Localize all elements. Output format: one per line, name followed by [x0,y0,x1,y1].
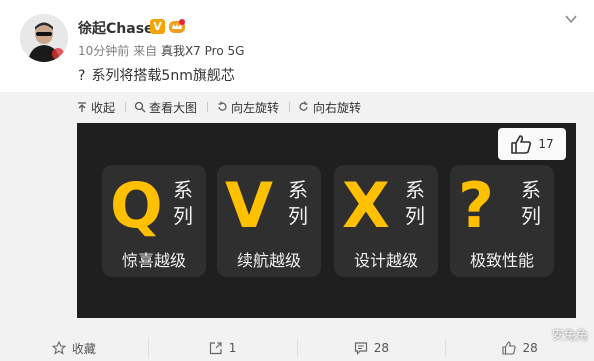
avatar[interactable] [20,14,68,62]
post-text: 系列将搭载5nm旗舰芯 [91,68,235,84]
series-card-question: ? 系列 极致性能 [450,165,554,277]
magnifier-icon [134,101,146,113]
watermark: 安兔兔 [551,328,588,342]
source-prefix: 来自 [133,44,158,58]
post-image[interactable]: Q 系列 惊喜越级 V 系列 续航越级 X 系列 设计越级 ? 系列 极致性能 … [77,123,576,318]
thumbs-up-icon [511,135,532,154]
username[interactable]: 徐起Chase [78,18,154,38]
rotate-left-label: 向左旋转 [231,100,280,115]
series-letter: Q [110,169,163,242]
media-toolbar: 收起 查看大图 向左旋转 向右旋转 [76,98,371,116]
series-subtitle: 设计越级 [353,251,418,270]
collapse-label: 收起 [91,100,116,115]
series-subtitle: 极致性能 [469,251,534,270]
toolbar-divider [125,102,127,112]
collapse-icon [78,102,86,112]
avatar-photo [20,14,68,62]
collapse-button[interactable]: 收起 [76,99,121,116]
repost-button[interactable]: 1 [149,338,298,358]
toolbar-divider [207,102,209,112]
view-large-label: 查看大图 [149,100,198,115]
post-meta: 10分钟前 来自 真我X7 Pro 5G [78,42,244,59]
series-label: 系列 [173,178,193,228]
rotate-left-icon [218,101,227,111]
favorite-button[interactable]: 收藏 [0,338,149,358]
star-icon [51,341,66,355]
series-letter: V [225,169,273,242]
series-subtitle: 续航越级 [236,251,301,270]
post-timestamp[interactable]: 10分钟前 [78,44,129,58]
question-mark-icon: ? [78,68,86,84]
comment-icon [354,342,367,355]
series-card-q: Q 系列 惊喜越级 [102,165,206,277]
series-card-v: V 系列 续航越级 [217,165,321,277]
series-label: 系列 [521,178,541,228]
series-subtitle: 惊喜越级 [121,251,186,270]
post-header: 徐起Chase V 10分钟前 来自 真我X7 Pro 5G ? 系列将搭载5nm… [0,0,594,92]
rotate-left-button[interactable]: 向左旋转 [216,99,285,116]
share-icon [209,342,222,355]
favorite-label: 收藏 [71,341,96,356]
verified-badge-icon: V [150,19,165,34]
series-letter: ? [458,169,494,242]
post-actions-bar: 收藏 1 28 28 [0,335,594,361]
comment-button[interactable]: 28 [298,338,447,358]
thumbs-up-icon [502,341,517,355]
series-label: 系列 [288,178,308,228]
post-content: ? 系列将搭载5nm旗舰芯 [78,65,235,85]
repost-count: 1 [228,341,237,355]
vip-crown-icon [169,19,185,33]
view-large-button[interactable]: 查看大图 [134,99,203,116]
chevron-down-icon[interactable] [564,12,578,26]
series-letter: X [342,169,390,242]
post-source[interactable]: 真我X7 Pro 5G [161,44,244,58]
rotate-right-label: 向右旋转 [313,100,362,115]
rotate-right-icon [299,101,308,111]
comment-count: 28 [373,341,390,355]
image-like-button[interactable]: 17 [498,128,566,160]
series-card-x: X 系列 设计越级 [334,165,438,277]
like-count: 28 [522,341,538,355]
image-like-count: 17 [538,137,554,151]
series-label: 系列 [405,178,425,228]
rotate-right-button[interactable]: 向右旋转 [298,99,367,116]
toolbar-divider [289,102,291,112]
